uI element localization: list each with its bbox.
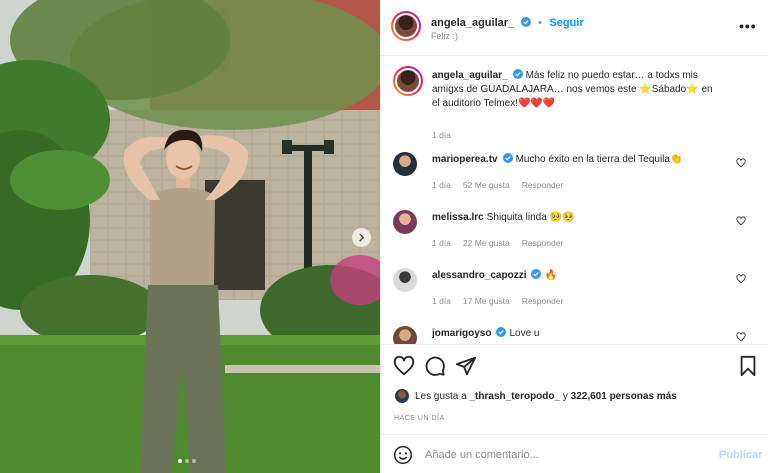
heart-icon[interactable]	[393, 355, 415, 377]
comment-username[interactable]: marioperea.tv	[432, 154, 498, 165]
verified-badge-icon	[531, 269, 542, 279]
comment-text-block: jomarigoyso Love u	[432, 327, 722, 341]
bookmark-icon[interactable]	[737, 355, 759, 377]
add-comment-bar: Publicar	[381, 434, 768, 473]
chevron-right-icon	[359, 233, 365, 242]
caption-meta: 1 día	[432, 130, 451, 140]
comments-list[interactable]: angela_aguilar_ Más feliz no puedo estar……	[381, 57, 768, 344]
caption-avatar[interactable]	[393, 66, 423, 96]
comment-text: Shiquita linda 🥺🥺	[486, 212, 575, 223]
comment-icon[interactable]	[424, 355, 446, 377]
verified-badge-icon	[496, 327, 507, 337]
separator-dot: •	[538, 17, 542, 29]
comment-text-block: alessandro_capozzi 🔥	[432, 269, 722, 283]
post-photo[interactable]	[0, 0, 380, 473]
comment-text-block: melissa.lrc Shiquita linda 🥺🥺	[432, 211, 722, 225]
reply-button[interactable]: Responder	[522, 180, 564, 190]
author-username[interactable]: angela_aguilar_	[431, 17, 514, 29]
likes-text: Les gusta a _thrash_teropodo_ y 322,601 …	[415, 391, 677, 402]
comment-time[interactable]: 1 día	[432, 180, 451, 190]
share-icon[interactable]	[455, 355, 477, 377]
carousel-dot	[192, 459, 196, 463]
likes-prefix: Les gusta a	[415, 390, 467, 402]
comment-time[interactable]: 1 día	[432, 296, 451, 306]
comment-like-heart-icon[interactable]	[736, 332, 746, 342]
next-photo-button[interactable]	[352, 228, 371, 247]
likes-count[interactable]: 322,601 personas más	[571, 391, 677, 402]
carousel-dot	[185, 459, 189, 463]
comment-item: jomarigoyso Love u	[393, 326, 763, 344]
commenter-avatar[interactable]	[393, 210, 417, 234]
emoji-icon[interactable]	[393, 445, 413, 465]
comment-text: Mucho éxito en la tierra del Tequila👏	[515, 154, 683, 165]
comment-meta: 1 día 52 Me gusta Responder	[432, 180, 563, 190]
comment-text: Love u	[509, 328, 540, 339]
verified-badge-icon	[520, 17, 531, 27]
commenter-avatar[interactable]	[393, 268, 417, 292]
caption-time[interactable]: 1 día	[432, 130, 451, 140]
comment-like-heart-icon[interactable]	[736, 274, 746, 284]
caption-username[interactable]: angela_aguilar_	[432, 70, 508, 81]
comment-item: melissa.lrc Shiquita linda 🥺🥺 1 día 22 Me…	[393, 210, 763, 254]
post-location[interactable]: Feliz :)	[431, 31, 458, 41]
liker-avatar[interactable]	[395, 389, 409, 403]
commenter-avatar[interactable]	[393, 152, 417, 176]
reply-button[interactable]: Responder	[522, 296, 564, 306]
post-actions: Les gusta a _thrash_teropodo_ y 322,601 …	[381, 344, 768, 434]
comment-meta: 1 día 17 Me gusta Responder	[432, 296, 563, 306]
comment-username[interactable]: melissa.lrc	[432, 212, 484, 223]
author-avatar[interactable]	[391, 11, 421, 41]
comment-item: marioperea.tv Mucho éxito en la tierra de…	[393, 152, 763, 196]
likes-middle: y	[562, 390, 568, 402]
carousel-dot-active	[178, 459, 182, 463]
comment-like-heart-icon[interactable]	[736, 216, 746, 226]
comment-likes-count[interactable]: 22 Me gusta	[463, 238, 510, 248]
post-time-ago[interactable]: HACE UN DÍA	[394, 415, 445, 422]
comment-item: alessandro_capozzi 🔥 1 día 17 Me gusta Re…	[393, 268, 763, 312]
post-header: angela_aguilar_ • Seguir Feliz :) •••	[381, 0, 768, 56]
instagram-post-view: angela_aguilar_ • Seguir Feliz :) ••• an…	[0, 0, 768, 473]
verified-badge-icon	[512, 69, 523, 79]
caption-text-block: angela_aguilar_ Más feliz no puedo estar……	[432, 69, 722, 111]
post-side-panel: angela_aguilar_ • Seguir Feliz :) ••• an…	[380, 0, 768, 473]
photo-scene	[0, 0, 380, 473]
comment-time[interactable]: 1 día	[432, 238, 451, 248]
comment-text-block: marioperea.tv Mucho éxito en la tierra de…	[432, 153, 722, 167]
comment-meta: 1 día 22 Me gusta Responder	[432, 238, 563, 248]
liker-username[interactable]: _thrash_teropodo_	[470, 391, 561, 402]
comment-input[interactable]	[425, 445, 705, 465]
verified-badge-icon	[502, 153, 513, 163]
comment-like-heart-icon[interactable]	[736, 158, 746, 168]
comment-username[interactable]: jomarigoyso	[432, 328, 491, 339]
likes-summary[interactable]: Les gusta a _thrash_teropodo_ y 322,601 …	[395, 389, 677, 403]
follow-button[interactable]: Seguir	[549, 17, 583, 29]
carousel-indicator	[178, 459, 196, 463]
reply-button[interactable]: Responder	[522, 238, 564, 248]
comment-likes-count[interactable]: 52 Me gusta	[463, 180, 510, 190]
comment-username[interactable]: alessandro_capozzi	[432, 270, 526, 281]
publish-button[interactable]: Publicar	[719, 449, 762, 461]
caption: angela_aguilar_ Más feliz no puedo estar……	[393, 66, 763, 140]
comment-likes-count[interactable]: 17 Me gusta	[463, 296, 510, 306]
commenter-avatar[interactable]	[393, 326, 417, 344]
comment-text: 🔥	[544, 270, 557, 281]
author-line: angela_aguilar_ • Seguir	[431, 13, 584, 31]
more-options-button[interactable]: •••	[739, 18, 757, 34]
